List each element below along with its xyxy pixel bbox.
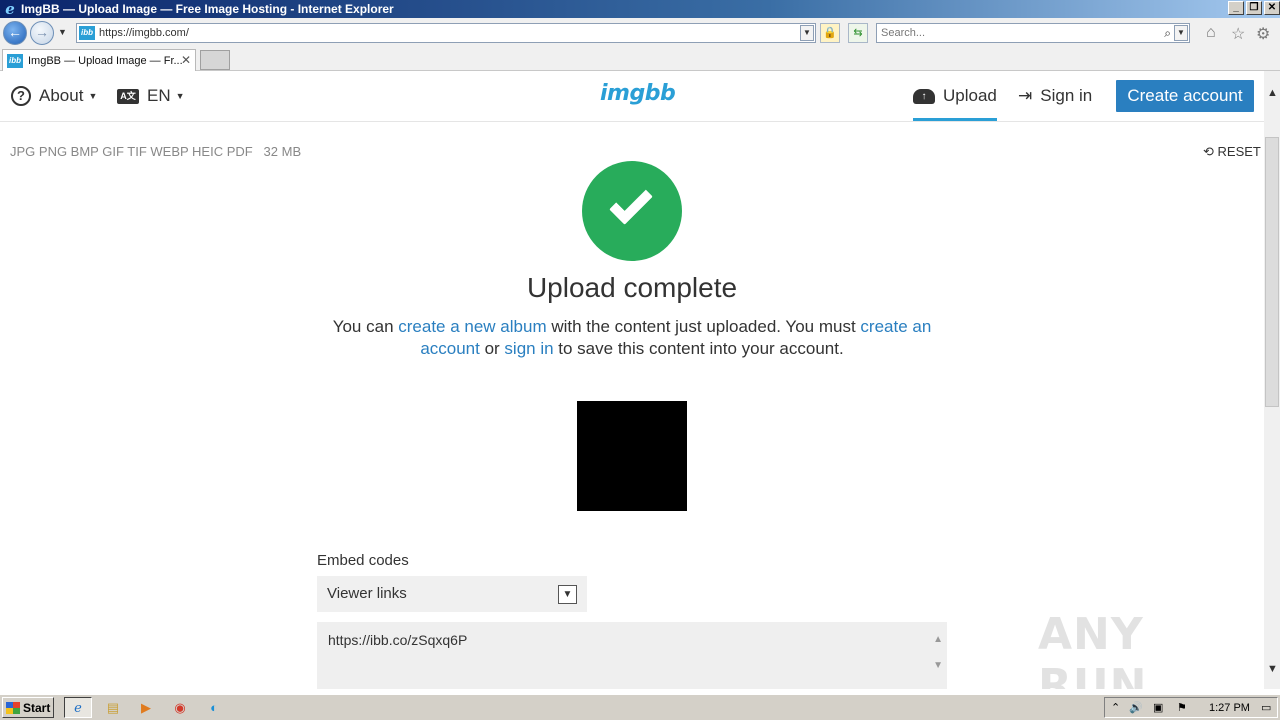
start-button[interactable]: Start xyxy=(2,697,54,718)
question-icon: ? xyxy=(11,86,31,106)
about-label: About xyxy=(39,86,84,105)
reset-icon: ⟲ xyxy=(1203,144,1214,159)
address-dropdown-icon[interactable]: ▼ xyxy=(800,25,814,41)
checkmark-icon xyxy=(609,181,653,225)
embed-codes-select[interactable]: Viewer links ▼ xyxy=(317,576,587,612)
create-album-link[interactable]: create a new album xyxy=(398,317,546,336)
tab-imgbb[interactable]: ibb ImgBB — Upload Image — Fr... ✕ xyxy=(2,49,196,71)
new-tab-button[interactable] xyxy=(200,50,230,70)
history-dropdown-icon[interactable]: ▼ xyxy=(58,27,67,37)
ie-taskbar-icon[interactable]: e xyxy=(64,697,92,718)
windows-taskbar: Start e ▤ ▶ ◉ ◐ ⌃ 🔊 ▣ ⚑ 1:27 PM ▭ xyxy=(0,694,1280,720)
window-title: ImgBB — Upload Image — Free Image Hostin… xyxy=(21,2,394,16)
language-label: EN xyxy=(147,86,171,105)
volume-icon[interactable]: 🔊 xyxy=(1129,701,1143,714)
site-favicon: ibb xyxy=(79,26,95,40)
close-window-button[interactable]: ✕ xyxy=(1264,1,1280,15)
show-desktop-icon[interactable]: ▭ xyxy=(1261,701,1271,714)
embed-codes-label: Embed codes xyxy=(317,552,409,569)
search-input[interactable]: Search... ⌕ ▼ xyxy=(876,23,1190,43)
upload-label: Upload xyxy=(943,86,997,105)
message-part2: with the content just uploaded. You must xyxy=(546,317,861,336)
message-part1: You can xyxy=(332,317,399,336)
embed-selected-value: Viewer links xyxy=(327,585,407,602)
clock: 1:27 PM xyxy=(1209,702,1250,714)
caret-down-icon: ▼ xyxy=(175,91,185,101)
max-size: 32 MB xyxy=(263,144,302,159)
address-field[interactable]: ibb https://imgbb.com/ ▼ xyxy=(76,23,816,43)
tray-expand-icon[interactable]: ⌃ xyxy=(1111,701,1120,714)
language-menu[interactable]: A文 EN ▼ xyxy=(117,71,185,121)
url-text: https://imgbb.com/ xyxy=(99,27,189,39)
search-icon[interactable]: ⌕ xyxy=(1164,24,1171,42)
message-part3: or xyxy=(479,339,505,358)
internet-explorer-icon: e xyxy=(5,0,15,18)
upload-complete-heading: Upload complete xyxy=(526,272,738,303)
anyrun-watermark: ANY RUN xyxy=(1038,609,1148,689)
caret-down-icon: ▼ xyxy=(88,91,98,101)
create-account-button[interactable]: Create account xyxy=(1116,80,1254,112)
restore-button[interactable]: ❐ xyxy=(1246,1,1262,15)
about-menu[interactable]: ? About ▼ xyxy=(11,71,97,121)
message-part4: to save this content into your account. xyxy=(553,339,844,358)
sign-in-link[interactable]: sign in xyxy=(504,339,553,358)
signin-link[interactable]: ⇥ Sign in xyxy=(1018,71,1092,121)
imgbb-logo[interactable]: imgbb xyxy=(600,81,676,106)
reset-button[interactable]: ⟲ RESET xyxy=(1203,144,1261,160)
lock-icon[interactable]: 🔒 xyxy=(820,23,840,43)
tab-favicon: ibb xyxy=(7,53,23,68)
supported-formats: JPG PNG BMP GIF TIF WEBP HEIC PDF 32 MB xyxy=(10,144,301,159)
address-toolbar: ← → ▼ ibb https://imgbb.com/ ▼ 🔒 ⇆ Searc… xyxy=(0,18,1280,48)
chrome-taskbar-icon[interactable]: ◉ xyxy=(166,697,194,718)
scroll-up-icon[interactable]: ▲ xyxy=(1267,87,1278,99)
favorites-star-icon[interactable]: ☆ xyxy=(1231,24,1245,44)
site-header: ? About ▼ A文 EN ▼ imgbb ↑ Upload ⇥ Sign … xyxy=(0,71,1264,122)
search-dropdown-icon[interactable]: ▼ xyxy=(1174,25,1188,41)
embed-code-textarea[interactable]: https://ibb.co/zSqxq6P ▲ ▼ xyxy=(317,622,947,689)
formats-list: JPG PNG BMP GIF TIF WEBP HEIC PDF xyxy=(10,144,253,159)
back-button[interactable]: ← xyxy=(3,21,27,45)
upload-nav-item[interactable]: ↑ Upload xyxy=(913,71,997,121)
textarea-scroll-down-icon[interactable]: ▼ xyxy=(933,660,943,671)
folder-taskbar-icon[interactable]: ▤ xyxy=(99,697,127,718)
scroll-down-icon[interactable]: ▼ xyxy=(1267,663,1278,675)
textarea-scroll-up-icon[interactable]: ▲ xyxy=(933,634,943,645)
action-center-flag-icon[interactable]: ⚑ xyxy=(1177,701,1187,714)
tab-label: ImgBB — Upload Image — Fr... xyxy=(28,54,183,67)
tab-close-icon[interactable]: ✕ xyxy=(181,53,191,67)
scroll-thumb[interactable] xyxy=(1265,137,1279,407)
edge-taskbar-icon[interactable]: ◐ xyxy=(200,697,228,718)
refresh-icon[interactable]: ⇆ xyxy=(848,23,868,43)
page-content: ? About ▼ A文 EN ▼ imgbb ↑ Upload ⇥ Sign … xyxy=(0,71,1264,689)
cloud-upload-icon: ↑ xyxy=(913,88,935,104)
forward-button[interactable]: → xyxy=(30,21,54,45)
home-icon[interactable]: ⌂ xyxy=(1206,24,1216,42)
system-tray: ⌃ 🔊 ▣ ⚑ 1:27 PM ▭ xyxy=(1104,697,1278,718)
chevron-down-icon: ▼ xyxy=(558,585,577,604)
sign-in-icon: ⇥ xyxy=(1018,86,1033,105)
window-titlebar: e ImgBB — Upload Image — Free Image Host… xyxy=(0,0,1280,18)
tab-strip: ibb ImgBB — Upload Image — Fr... ✕ xyxy=(0,48,1280,71)
embed-code-value: https://ibb.co/zSqxq6P xyxy=(328,632,468,648)
windows-logo-icon xyxy=(6,701,20,714)
upload-link[interactable]: ↑ Upload xyxy=(913,71,997,121)
media-player-taskbar-icon[interactable]: ▶ xyxy=(132,697,160,718)
network-icon[interactable]: ▣ xyxy=(1153,701,1163,714)
signin-label: Sign in xyxy=(1040,86,1093,105)
start-label: Start xyxy=(23,700,51,715)
language-icon: A文 xyxy=(117,88,139,104)
uploaded-image-thumbnail[interactable] xyxy=(577,401,687,511)
gear-icon[interactable]: ⚙ xyxy=(1256,24,1270,44)
search-placeholder: Search... xyxy=(881,27,926,39)
window-controls: _ ❐ ✕ xyxy=(1228,1,1280,15)
upload-message: You can create a new album with the cont… xyxy=(322,316,942,360)
minimize-button[interactable]: _ xyxy=(1228,1,1244,15)
success-check-icon xyxy=(582,161,682,261)
reset-label: RESET xyxy=(1217,144,1261,159)
page-scrollbar[interactable]: ▲ ▼ xyxy=(1264,71,1280,689)
